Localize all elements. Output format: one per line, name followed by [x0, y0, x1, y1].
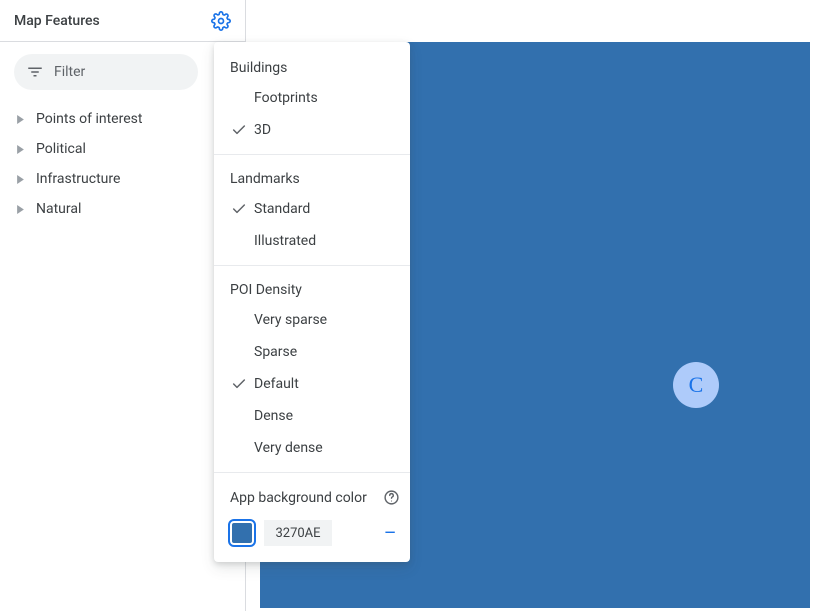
- feature-item-points-of-interest[interactable]: Points of interest: [0, 104, 245, 134]
- section-header-landmarks: Landmarks: [214, 163, 410, 193]
- menu-item-very-dense[interactable]: Very dense: [214, 432, 410, 464]
- chevron-right-icon: [16, 145, 24, 154]
- help-icon[interactable]: [383, 489, 400, 506]
- filter-placeholder: Filter: [54, 64, 85, 80]
- feature-label: Infrastructure: [36, 171, 120, 187]
- gear-icon: [211, 11, 231, 31]
- menu-item-label: Very dense: [254, 440, 394, 456]
- check-icon: [230, 376, 254, 392]
- menu-divider: [214, 154, 410, 155]
- menu-item-footprints[interactable]: Footprints: [214, 82, 410, 114]
- menu-item-label: Footprints: [254, 90, 394, 106]
- menu-item-label: Dense: [254, 408, 394, 424]
- menu-item-sparse[interactable]: Sparse: [214, 336, 410, 368]
- app-background-row: App background color: [214, 481, 410, 514]
- menu-item-very-sparse[interactable]: Very sparse: [214, 304, 410, 336]
- feature-label: Points of interest: [36, 111, 142, 127]
- filter-container: Filter: [0, 42, 245, 98]
- feature-list: Points of interest Political Infrastruct…: [0, 98, 245, 224]
- panel-title: Map Features: [14, 13, 100, 29]
- filter-icon: [26, 63, 44, 81]
- settings-button[interactable]: [209, 9, 233, 33]
- check-icon: [230, 122, 254, 138]
- chevron-right-icon: [16, 175, 24, 184]
- chevron-right-icon: [16, 205, 24, 214]
- menu-divider: [214, 472, 410, 473]
- feature-label: Natural: [36, 201, 81, 217]
- hex-input[interactable]: [264, 520, 332, 546]
- menu-item-illustrated[interactable]: Illustrated: [214, 225, 410, 257]
- feature-item-political[interactable]: Political: [0, 134, 245, 164]
- panel-header: Map Features: [0, 0, 245, 42]
- menu-item-dense[interactable]: Dense: [214, 400, 410, 432]
- feature-label: Political: [36, 141, 86, 157]
- menu-item-standard[interactable]: Standard: [214, 193, 410, 225]
- map-center-badge: C: [673, 362, 719, 408]
- feature-item-natural[interactable]: Natural: [0, 194, 245, 224]
- chevron-right-icon: [16, 115, 24, 124]
- menu-item-label: Illustrated: [254, 233, 394, 249]
- menu-divider: [214, 265, 410, 266]
- feature-item-infrastructure[interactable]: Infrastructure: [0, 164, 245, 194]
- color-swatch[interactable]: [230, 521, 254, 545]
- menu-item-label: 3D: [254, 122, 394, 138]
- color-row-left: [230, 520, 332, 546]
- menu-item-3d[interactable]: 3D: [214, 114, 410, 146]
- settings-menu: Buildings Footprints 3D Landmarks Standa…: [214, 42, 410, 562]
- minus-icon: —: [385, 525, 396, 541]
- app-background-label: App background color: [230, 490, 367, 506]
- section-header-buildings: Buildings: [214, 52, 410, 82]
- section-header-poi-density: POI Density: [214, 274, 410, 304]
- menu-item-label: Default: [254, 376, 394, 392]
- map-features-panel: Map Features Filter Points of interest: [0, 0, 246, 611]
- remove-color-button[interactable]: —: [380, 525, 400, 541]
- menu-item-label: Standard: [254, 201, 394, 217]
- menu-item-default[interactable]: Default: [214, 368, 410, 400]
- menu-item-label: Sparse: [254, 344, 394, 360]
- check-icon: [230, 201, 254, 217]
- filter-input[interactable]: Filter: [14, 54, 198, 90]
- color-row: —: [214, 514, 410, 550]
- menu-item-label: Very sparse: [254, 312, 394, 328]
- badge-letter: C: [689, 372, 704, 398]
